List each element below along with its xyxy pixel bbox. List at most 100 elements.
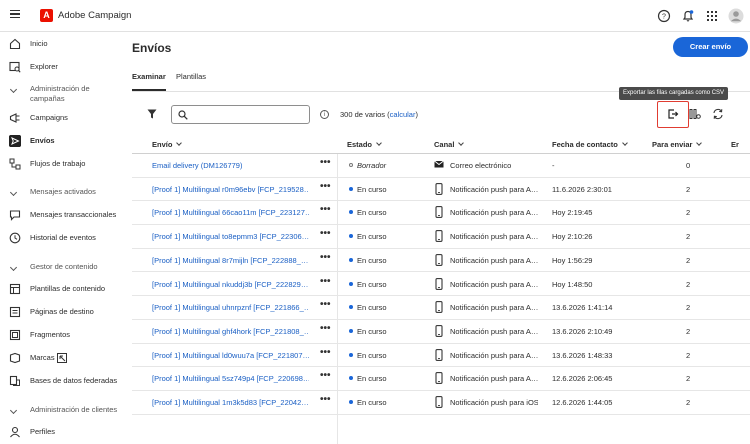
mobile-icon <box>435 182 443 195</box>
status-badge: En curso <box>349 280 429 289</box>
table-row[interactable]: [Proof 1] Multilingual 5sz749p4 [FCP_220… <box>132 367 750 391</box>
sidebar-item-envios[interactable]: Envíos <box>0 131 122 151</box>
table-row[interactable]: [Proof 1] Multilingual 8r7mijln [FCP_222… <box>132 249 750 273</box>
sidebar-item-fragments[interactable]: Fragmentos <box>0 325 122 345</box>
sidebar-item-landing-pages[interactable]: Páginas de destino <box>0 302 122 322</box>
sidebar-item-content-templates[interactable]: Plantillas de contenido <box>0 279 122 299</box>
column-header-para-enviar[interactable]: Para enviar <box>652 140 703 149</box>
sidebar-item-transactional[interactable]: Mensajes transaccionales <box>0 205 122 225</box>
column-settings-icon[interactable] <box>689 108 701 120</box>
delivery-name-link[interactable]: [Proof 1] Multilingual 8r7mijln [FCP_222… <box>152 256 309 265</box>
calculate-link[interactable]: calcular <box>390 110 416 119</box>
more-actions-icon[interactable]: ••• <box>320 157 334 168</box>
filter-icon[interactable] <box>147 109 157 119</box>
avatar[interactable] <box>728 8 744 24</box>
tab-examinar[interactable]: Examinar <box>132 72 166 91</box>
delivery-name-link[interactable]: [Proof 1] Multilingual nkuddj3b [FCP_222… <box>152 280 309 289</box>
delivery-name-link[interactable]: [Proof 1] Multilingual ld0wuu7a [FCP_221… <box>152 351 309 360</box>
send-icon <box>9 135 21 147</box>
contact-date-cell: Hoy 2:10:26 <box>552 232 593 242</box>
menu-icon[interactable] <box>10 10 20 18</box>
profile-icon <box>10 426 20 438</box>
tab-plantillas[interactable]: Plantillas <box>176 72 206 81</box>
delivery-name-link[interactable]: [Proof 1] Multilingual r0m96ebv [FCP_219… <box>152 185 309 194</box>
table-row[interactable]: [Proof 1] Multilingual ld0wuu7a [FCP_221… <box>132 344 750 368</box>
sidebar-item-inicio[interactable]: Inicio <box>0 34 122 54</box>
more-actions-icon[interactable]: ••• <box>320 276 334 287</box>
sidebar-item-campaigns[interactable]: Campaigns <box>0 108 122 128</box>
notification-bell-icon[interactable] <box>681 9 695 23</box>
sidebar-item-event-history[interactable]: Historial de eventos <box>0 228 122 248</box>
delivery-name-link[interactable]: [Proof 1] Multilingual uhnrpznf [FCP_221… <box>152 303 309 312</box>
explorer-icon <box>9 61 21 73</box>
delivery-name-link[interactable]: [Proof 1] Multilingual ghf4hork [FCP_221… <box>152 327 309 336</box>
column-header-canal[interactable]: Canal <box>434 140 465 149</box>
channel-cell: Notificación push para A… <box>450 374 538 384</box>
section-campaign-admin[interactable]: Administración de campañas <box>0 84 122 106</box>
apps-grid-icon[interactable] <box>705 9 719 23</box>
contact-date-cell: 13.6.2026 1:41:14 <box>552 303 613 313</box>
contact-date-cell: Hoy 1:48:50 <box>552 279 593 289</box>
table-row[interactable]: [Proof 1] Multilingual uhnrpznf [FCP_221… <box>132 296 750 320</box>
more-actions-icon[interactable]: ••• <box>320 181 334 192</box>
to-send-cell: 0 <box>686 161 691 170</box>
sidebar-item-workflows[interactable]: Flujos de trabajo <box>0 154 122 174</box>
table-row[interactable]: [Proof 1] Multilingual to8epmm3 [FCP_223… <box>132 225 750 249</box>
mobile-icon <box>435 372 443 385</box>
sidebar-item-explorer[interactable]: Explorer <box>0 57 122 77</box>
more-actions-icon[interactable]: ••• <box>320 252 334 263</box>
delivery-name-link[interactable]: [Proof 1] Multilingual 1m3k5d83 [FCP_220… <box>152 398 309 407</box>
template-icon <box>9 283 21 295</box>
column-header-fecha[interactable]: Fecha de contacto <box>552 140 628 149</box>
more-actions-icon[interactable]: ••• <box>320 204 334 215</box>
sidebar-item-brands[interactable]: Marcas <box>0 348 122 368</box>
more-actions-icon[interactable]: ••• <box>320 370 334 381</box>
more-actions-icon[interactable]: ••• <box>320 228 334 239</box>
section-customer-admin[interactable]: Administración de clientes <box>0 405 122 417</box>
section-content-manager[interactable]: Gestor de contenido <box>0 262 122 274</box>
more-actions-icon[interactable]: ••• <box>320 299 334 310</box>
main-content: Envíos Crear envío Examinar Plantillas i… <box>122 32 750 444</box>
table-row[interactable]: [Proof 1] Multilingual ghf4hork [FCP_221… <box>132 320 750 344</box>
refresh-icon[interactable] <box>712 108 724 120</box>
delivery-name-link[interactable]: [Proof 1] Multilingual 5sz749p4 [FCP_220… <box>152 374 309 383</box>
sidebar-item-federated-db[interactable]: Bases de datos federadas <box>0 371 122 391</box>
more-actions-icon[interactable]: ••• <box>320 323 334 334</box>
status-badge: En curso <box>349 185 429 194</box>
section-triggered-messages[interactable]: Mensajes activados <box>0 187 122 199</box>
export-csv-button[interactable] <box>657 101 689 128</box>
chevron-down-icon <box>9 85 18 94</box>
to-send-cell: 2 <box>686 184 691 194</box>
delivery-name-link[interactable]: Email delivery (DM126779) <box>152 161 309 170</box>
create-delivery-button[interactable]: Crear envío <box>673 37 748 57</box>
table-row[interactable]: [Proof 1] Multilingual 66cao11m [FCP_223… <box>132 201 750 226</box>
table-row[interactable]: [Proof 1] Multilingual 1m3k5d83 [FCP_220… <box>132 391 750 415</box>
column-header-extra[interactable]: Er <box>731 140 739 149</box>
table-row[interactable]: [Proof 1] Multilingual nkuddj3b [FCP_222… <box>132 273 750 297</box>
app-title: Adobe Campaign <box>58 10 132 21</box>
table-row[interactable]: Email delivery (DM126779) ••• Borrador Corr… <box>132 154 750 178</box>
landing-page-icon <box>9 306 21 318</box>
column-header-estado[interactable]: Estado <box>347 140 382 149</box>
contact-date-cell: 13.6.2026 1:48:33 <box>552 350 613 360</box>
chevron-down-icon <box>622 140 628 146</box>
status-badge: En curso <box>349 398 429 407</box>
column-header-envio[interactable]: Envío <box>152 140 183 149</box>
draft-dot-icon <box>349 163 353 167</box>
export-tooltip: Exportar las filas cargadas como CSV <box>619 87 729 100</box>
more-actions-icon[interactable]: ••• <box>320 394 334 405</box>
delivery-name-link[interactable]: [Proof 1] Multilingual 66cao11m [FCP_223… <box>152 208 309 217</box>
channel-cell: Notificación push para A… <box>450 279 538 289</box>
table-row[interactable]: [Proof 1] Multilingual r0m96ebv [FCP_219… <box>132 178 750 202</box>
more-actions-icon[interactable]: ••• <box>320 347 334 358</box>
help-icon[interactable]: ? <box>657 9 671 23</box>
sidebar: Inicio Explorer Administración de campañ… <box>0 32 122 438</box>
search-input[interactable] <box>171 105 310 124</box>
brand-icon <box>9 352 21 364</box>
svg-text:?: ? <box>662 14 666 21</box>
column-divider <box>337 154 338 444</box>
delivery-name-link[interactable]: [Proof 1] Multilingual to8epmm3 [FCP_223… <box>152 232 309 241</box>
channel-cell: Notificación push para A… <box>450 184 538 194</box>
sidebar-item-profiles[interactable]: Perfiles <box>0 422 122 442</box>
info-icon[interactable]: i <box>320 110 329 119</box>
